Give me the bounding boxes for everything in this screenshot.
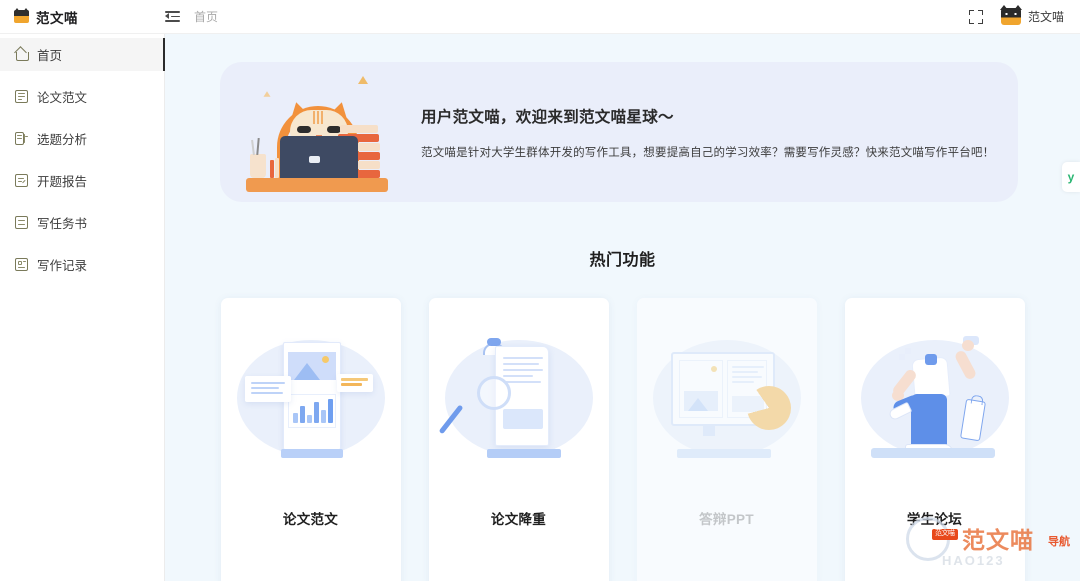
feature-card-list: 论文范文 论文降重 答辩PPT 学生论坛 — [165, 298, 1080, 581]
body-row: 首页 论文范文 选题分析 开题报告 写任务书 写作记录 用户范文喵，欢迎来到范文… — [0, 34, 1080, 581]
brand-name: 范文喵 — [36, 10, 78, 26]
cat-avatar-icon — [999, 5, 1022, 25]
scroll-magnifier-illustration — [438, 324, 599, 474]
breadcrumb[interactable]: 首页 — [194, 8, 218, 25]
user-name: 范文喵 — [1027, 10, 1064, 24]
document-icon — [15, 90, 28, 103]
sidebar-item-label: 写任务书 — [37, 217, 88, 231]
feature-card-student-forum[interactable]: 学生论坛 — [844, 298, 1025, 581]
sidebar: 首页 论文范文 选题分析 开题报告 写任务书 写作记录 — [0, 34, 165, 581]
sidebar-item-label: 写作记录 — [37, 259, 88, 273]
writing-record-icon — [15, 258, 28, 271]
sidebar-item-writing-record[interactable]: 写作记录 — [0, 248, 164, 281]
sidebar-item-label: 首页 — [37, 49, 63, 63]
welcome-banner: 用户范文喵，欢迎来到范文喵星球～ 范文喵是针对大学生群体开发的写作工具，想要提高… — [220, 62, 1018, 202]
fullscreen-icon[interactable] — [968, 9, 983, 24]
sidebar-item-topic-analysis[interactable]: 选题分析 — [0, 122, 164, 155]
app-root: 范文喵 首页 范文喵 首页 论文范文 选题分析 开题报告 写任务书 写作记录 用… — [0, 0, 1080, 581]
banner-title: 用户范文喵，欢迎来到范文喵星球～ — [421, 108, 674, 126]
banner-text: 用户范文喵，欢迎来到范文喵星球～ 范文喵是针对大学生群体开发的写作工具，想要提高… — [399, 105, 994, 160]
menu-collapse-icon[interactable] — [165, 10, 180, 23]
sidebar-item-task-book[interactable]: 写任务书 — [0, 206, 164, 239]
user-menu[interactable]: 范文喵 — [999, 5, 1064, 25]
sidebar-item-home[interactable]: 首页 — [0, 38, 165, 71]
side-float-tab[interactable]: y — [1062, 162, 1080, 192]
sidebar-item-label: 选题分析 — [37, 133, 88, 147]
presentation-screen-illustration — [647, 324, 807, 474]
document-chart-illustration — [231, 324, 391, 474]
sidebar-item-label: 开题报告 — [37, 175, 88, 189]
cat-logo-icon — [14, 8, 29, 23]
cat-with-laptop-illustration — [234, 62, 399, 202]
sidebar-item-proposal[interactable]: 开题报告 — [0, 164, 164, 197]
student-celebrating-illustration — [855, 324, 1015, 474]
brand[interactable]: 范文喵 — [0, 7, 165, 27]
feature-card-label: 论文降重 — [490, 512, 547, 527]
feature-card-defense-ppt[interactable]: 答辩PPT — [636, 298, 817, 581]
feature-card-label: 论文范文 — [282, 512, 339, 527]
feature-card-reduce-duplication[interactable]: 论文降重 — [428, 298, 609, 581]
sidebar-item-essays[interactable]: 论文范文 — [0, 80, 164, 113]
home-icon — [15, 48, 29, 61]
feature-card-label: 答辩PPT — [699, 512, 754, 527]
sidebar-item-label: 论文范文 — [37, 91, 88, 105]
breadcrumb-zone: 首页 — [165, 8, 218, 25]
top-bar: 范文喵 首页 范文喵 — [0, 0, 1080, 34]
feature-card-essays[interactable]: 论文范文 — [220, 298, 401, 581]
report-icon — [15, 174, 28, 187]
section-title: 热门功能 — [589, 252, 656, 269]
feature-card-label: 学生论坛 — [906, 512, 963, 527]
task-book-icon — [15, 216, 28, 229]
main-content: 用户范文喵，欢迎来到范文喵星球～ 范文喵是针对大学生群体开发的写作工具，想要提高… — [165, 34, 1080, 581]
analysis-icon — [15, 132, 28, 145]
top-bar-right: 范文喵 — [968, 5, 1080, 25]
banner-subtitle: 范文喵是针对大学生群体开发的写作工具，想要提高自己的学习效率？需要写作灵感？快来… — [421, 146, 995, 159]
